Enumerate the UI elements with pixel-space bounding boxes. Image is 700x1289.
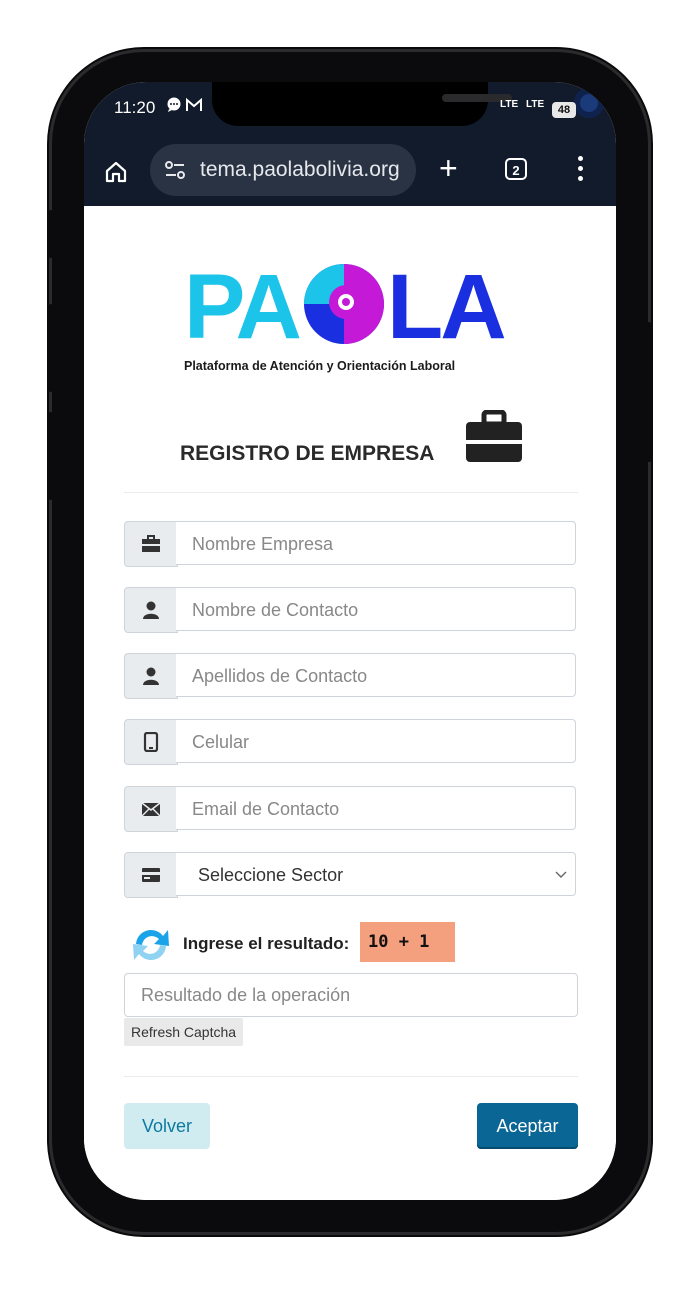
- contact-surname-input[interactable]: Apellidos de Contacto: [176, 653, 576, 697]
- notification-icons: [166, 97, 203, 115]
- battery-indicator: 48: [552, 102, 576, 118]
- gmail-icon: [186, 97, 203, 111]
- contact-name-field: Nombre de Contacto: [124, 587, 578, 633]
- contact-name-input[interactable]: Nombre de Contacto: [176, 587, 576, 631]
- chat-icon: [167, 97, 181, 112]
- signal-lte-1: LTE: [500, 99, 519, 110]
- email-field: Email de Contacto: [124, 786, 578, 832]
- status-bar: 11:20 LTE LTE 48: [84, 82, 616, 140]
- back-button[interactable]: Volver: [124, 1103, 210, 1149]
- sector-field: Seleccione Sector: [124, 852, 578, 898]
- page-title: REGISTRO DE EMPRESA: [180, 442, 435, 465]
- mobile-input[interactable]: Celular: [176, 719, 576, 763]
- envelope-icon: [141, 802, 161, 817]
- refresh-icon[interactable]: [130, 924, 172, 966]
- site-settings-icon[interactable]: [164, 160, 186, 180]
- email-input[interactable]: Email de Contacto: [176, 786, 576, 830]
- volume-down-button: [48, 412, 54, 500]
- phone-screen: 11:20 LTE LTE 48 tema.paolabolivia.org +…: [84, 82, 616, 1200]
- front-camera: [574, 88, 604, 118]
- field-addon: [124, 521, 178, 567]
- volume-up-button: [48, 304, 54, 392]
- mobile-field: Celular: [124, 719, 578, 765]
- field-addon: [124, 786, 178, 832]
- sector-select[interactable]: Seleccione Sector: [176, 852, 576, 896]
- user-icon: [143, 601, 159, 619]
- field-addon: [124, 587, 178, 633]
- side-button: [48, 210, 54, 258]
- new-tab-icon[interactable]: +: [439, 148, 458, 188]
- field-addon: [124, 719, 178, 765]
- captcha-expression: 10 + 1: [360, 922, 455, 962]
- paola-logo: PA LA Plataforma de Atención y Orientaci…: [184, 258, 508, 373]
- user-icon: [143, 667, 159, 685]
- company-name-field: Nombre Empresa: [124, 521, 578, 567]
- overflow-menu-icon[interactable]: [578, 156, 584, 186]
- briefcase-icon: [466, 410, 522, 462]
- divider: [124, 1076, 578, 1077]
- captcha-answer-input[interactable]: Resultado de la operación: [124, 973, 578, 1017]
- captcha-label: Ingrese el resultado:: [183, 934, 350, 953]
- company-name-input[interactable]: Nombre Empresa: [176, 521, 576, 565]
- briefcase-icon: [142, 535, 160, 552]
- address-bar[interactable]: tema.paolabolivia.org: [150, 144, 416, 196]
- mobile-icon: [143, 732, 159, 752]
- browser-toolbar: tema.paolabolivia.org + 2: [84, 140, 616, 206]
- tab-switcher-button[interactable]: 2: [505, 158, 527, 180]
- divider: [124, 492, 578, 493]
- svg-text:LA: LA: [387, 258, 505, 358]
- svg-text:Plataforma de Atención y Orien: Plataforma de Atención y Orientación Lab…: [184, 359, 455, 373]
- contact-surname-field: Apellidos de Contacto: [124, 653, 578, 699]
- status-time: 11:20: [114, 98, 156, 117]
- submit-button[interactable]: Aceptar: [477, 1103, 578, 1149]
- page-content: PA LA Plataforma de Atención y Orientaci…: [84, 206, 616, 1200]
- chevron-down-icon: [555, 871, 567, 878]
- svg-text:PA: PA: [184, 258, 301, 358]
- home-icon[interactable]: [104, 160, 128, 184]
- url-text: tema.paolabolivia.org: [200, 158, 400, 181]
- field-addon: [124, 653, 178, 699]
- credit-card-icon: [142, 868, 160, 882]
- refresh-captcha-button[interactable]: Refresh Captcha: [124, 1018, 244, 1046]
- sector-selected-value: Seleccione Sector: [198, 865, 344, 885]
- field-addon: [124, 852, 178, 898]
- signal-lte-2: LTE: [526, 99, 545, 110]
- camera-notch: [212, 82, 604, 126]
- power-button: [646, 322, 652, 462]
